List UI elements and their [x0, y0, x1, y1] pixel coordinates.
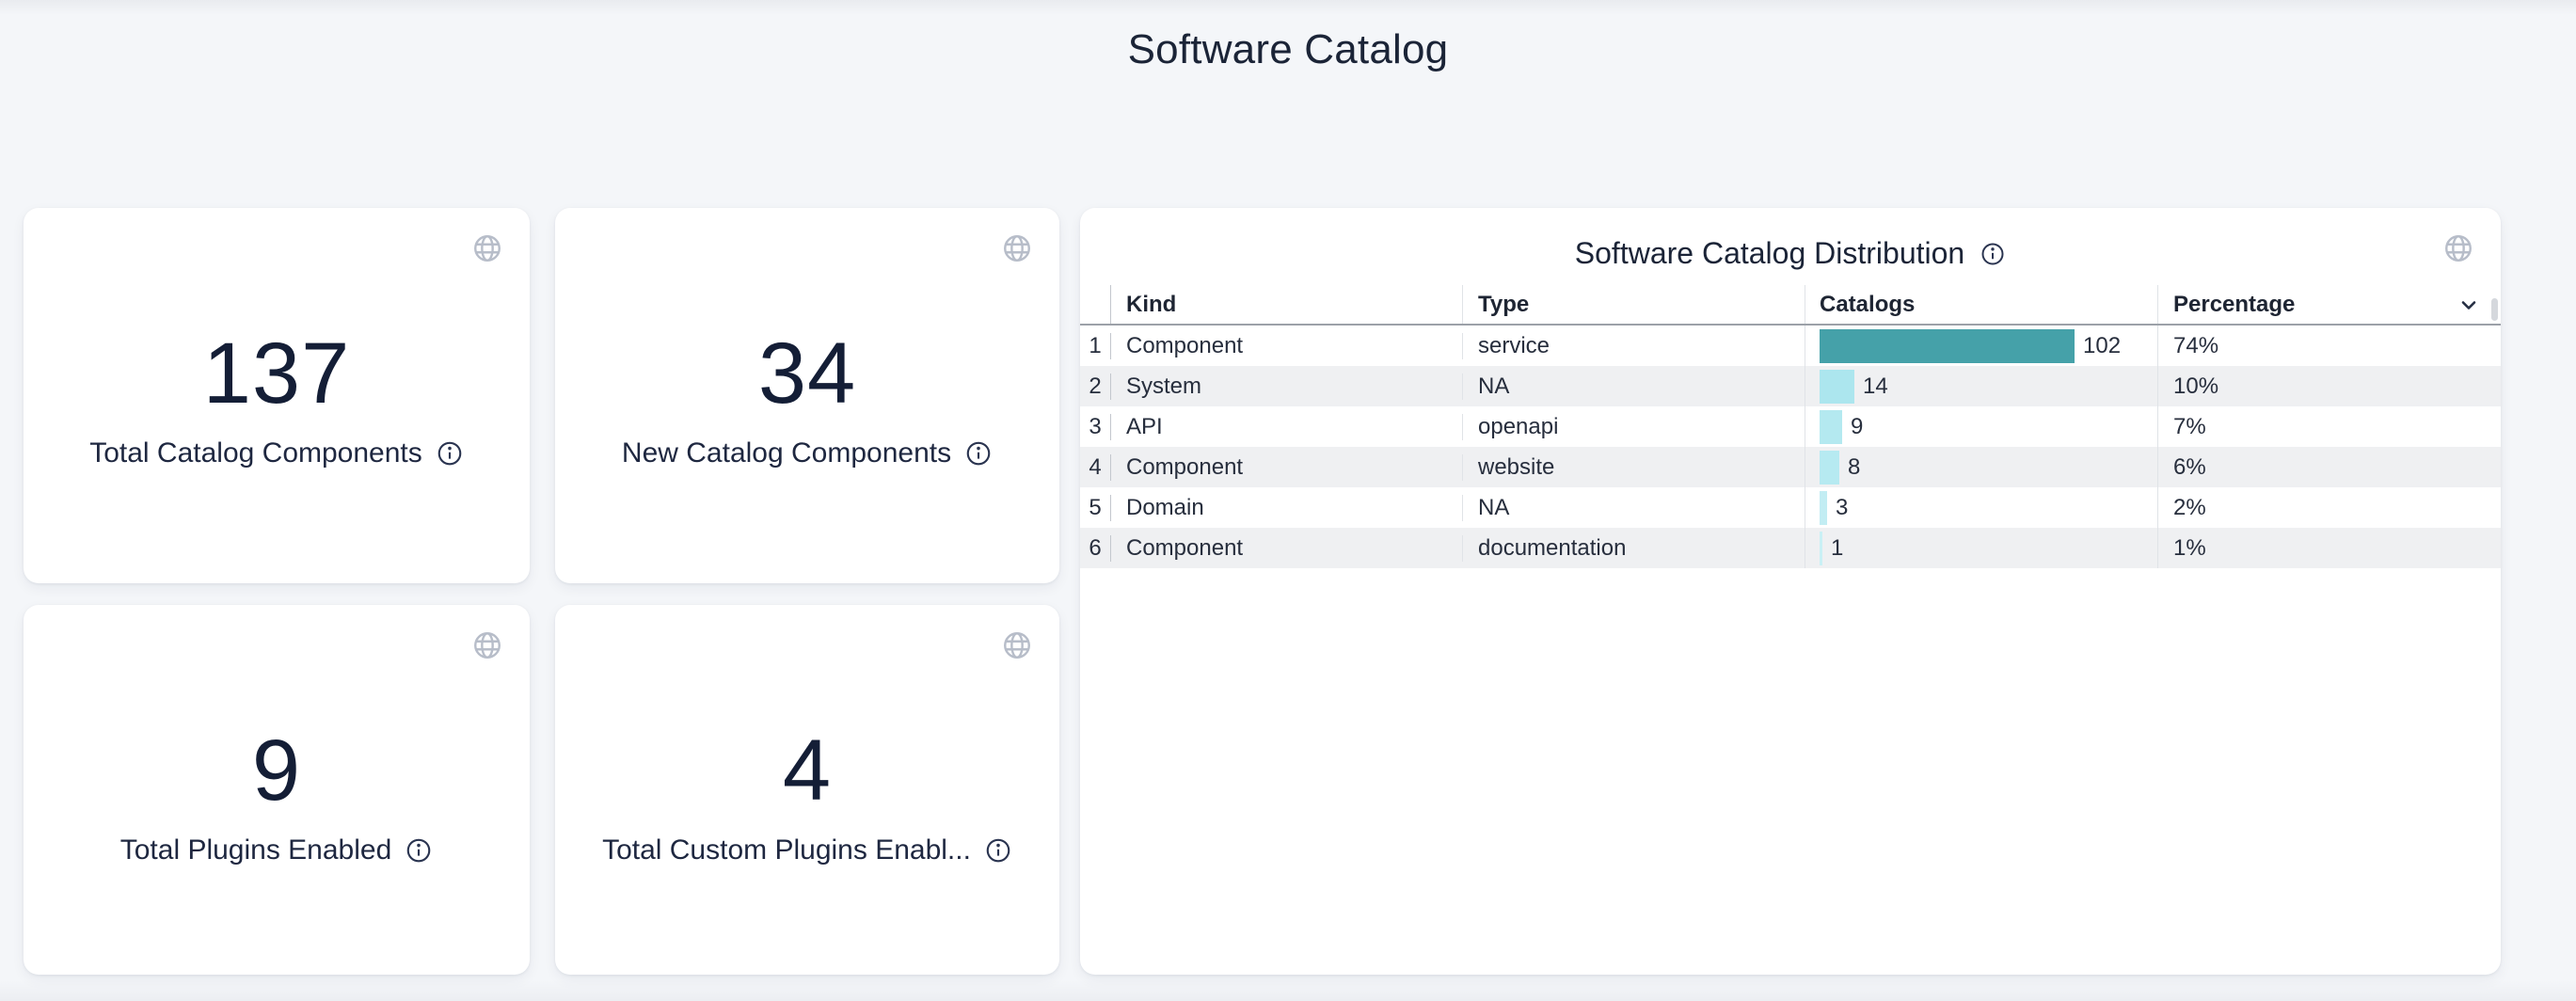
catalogs-value: 9 [1851, 414, 1863, 440]
cell-percentage: 1% [2173, 535, 2206, 562]
globe-icon[interactable] [471, 232, 503, 264]
row-number: 2 [1080, 373, 1110, 400]
table-row[interactable]: 5 Domain NA 3 2% [1080, 487, 2501, 528]
catalogs-bar [1820, 370, 1854, 404]
cell-kind: Component [1126, 535, 1243, 561]
chevron-down-icon[interactable] [2457, 294, 2480, 316]
row-number: 4 [1080, 454, 1110, 481]
row-number: 5 [1080, 495, 1110, 521]
cell-kind: Domain [1126, 495, 1204, 520]
stat-value: 137 [24, 313, 530, 434]
cell-type: NA [1478, 495, 1509, 520]
cell-kind: API [1126, 414, 1163, 439]
table-row[interactable]: 1 Component service 102 74% [1080, 326, 2501, 366]
info-icon[interactable] [1980, 241, 2006, 267]
row-number: 1 [1080, 333, 1110, 359]
globe-icon[interactable] [471, 629, 503, 661]
cell-percentage: 6% [2173, 454, 2206, 481]
cell-type: service [1478, 333, 1550, 358]
table-header-row: Kind Type Catalogs Percentage [1080, 285, 2501, 326]
panel-title: Software Catalog Distribution [1575, 236, 1964, 271]
table-row[interactable]: 3 API openapi 9 7% [1080, 406, 2501, 447]
catalogs-bar [1820, 410, 1842, 444]
stat-card-total-plugins-enabled: 9 Total Plugins Enabled [24, 605, 530, 975]
cell-percentage: 74% [2173, 333, 2218, 359]
catalogs-value: 1 [1831, 535, 1843, 562]
column-header-kind[interactable]: Kind [1110, 285, 1462, 324]
column-header-percentage-label: Percentage [2173, 292, 2295, 318]
cell-percentage: 7% [2173, 414, 2206, 440]
cell-kind: Component [1126, 333, 1243, 358]
stat-card-new-catalog-components: 34 New Catalog Components [555, 208, 1059, 583]
stat-card-total-custom-plugins-enabled: 4 Total Custom Plugins Enabl... [555, 605, 1059, 975]
info-icon[interactable] [984, 836, 1012, 865]
scrollbar-thumb[interactable] [2491, 298, 2498, 321]
catalogs-bar [1820, 491, 1827, 525]
catalogs-bar [1820, 532, 1822, 565]
catalogs-value: 3 [1836, 495, 1848, 521]
globe-icon[interactable] [1001, 232, 1033, 264]
cell-percentage: 10% [2173, 373, 2218, 400]
bottom-shadow [0, 980, 2576, 1001]
catalogs-value: 14 [1863, 373, 1888, 400]
distribution-table: Kind Type Catalogs Percentage 1 Componen… [1080, 285, 2501, 568]
table-row[interactable]: 4 Component website 8 6% [1080, 447, 2501, 487]
cell-type: NA [1478, 373, 1509, 399]
column-header-catalogs[interactable]: Catalogs [1805, 285, 2157, 324]
cell-type: openapi [1478, 414, 1558, 439]
top-shadow [0, 0, 2576, 15]
column-header-type[interactable]: Type [1462, 285, 1805, 324]
info-icon[interactable] [405, 836, 433, 865]
catalogs-bar [1820, 451, 1839, 485]
cell-type: documentation [1478, 535, 1626, 561]
catalogs-bar [1820, 329, 2075, 363]
stat-label: Total Plugins Enabled [120, 834, 392, 866]
stat-label: Total Custom Plugins Enabl... [602, 834, 971, 866]
info-icon[interactable] [964, 439, 993, 468]
table-row[interactable]: 2 System NA 14 10% [1080, 366, 2501, 406]
catalogs-value: 102 [2083, 333, 2121, 359]
stat-label: Total Catalog Components [89, 437, 422, 469]
stat-value: 4 [555, 710, 1059, 831]
stat-label: New Catalog Components [622, 437, 951, 469]
distribution-panel: Software Catalog Distribution Kind Type … [1080, 208, 2501, 975]
row-number: 3 [1080, 414, 1110, 440]
globe-icon[interactable] [1001, 629, 1033, 661]
stat-card-total-catalog-components: 137 Total Catalog Components [24, 208, 530, 583]
column-header-percentage[interactable]: Percentage [2157, 285, 2501, 324]
cell-percentage: 2% [2173, 495, 2206, 521]
catalogs-value: 8 [1848, 454, 1860, 481]
stat-value: 34 [555, 313, 1059, 434]
table-row[interactable]: 6 Component documentation 1 1% [1080, 528, 2501, 568]
info-icon[interactable] [436, 439, 464, 468]
row-number: 6 [1080, 535, 1110, 562]
page-title: Software Catalog [0, 26, 2576, 73]
cell-kind: System [1126, 373, 1201, 399]
cell-kind: Component [1126, 454, 1243, 480]
cell-type: website [1478, 454, 1554, 480]
stat-value: 9 [24, 710, 530, 831]
